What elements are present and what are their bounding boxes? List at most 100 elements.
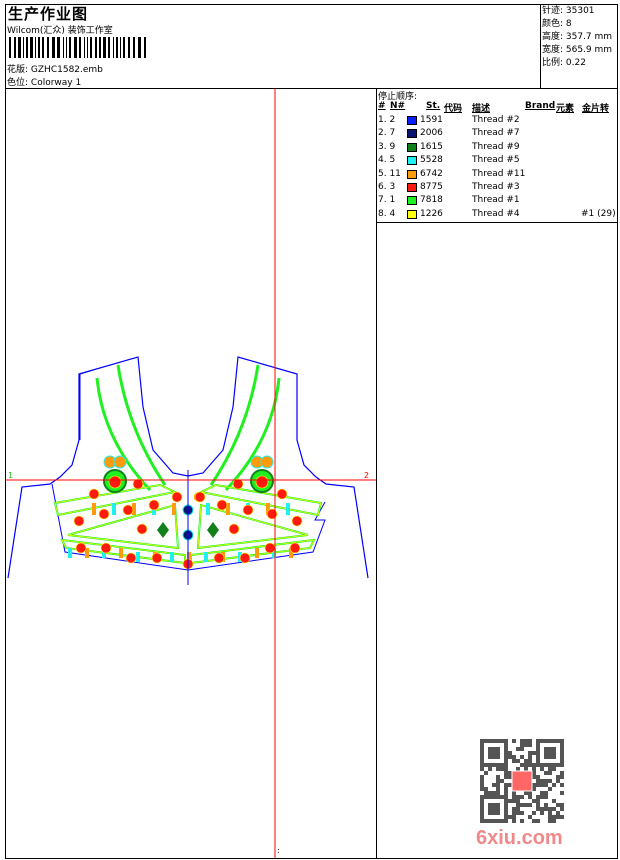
qr-module xyxy=(528,815,532,819)
qr-module xyxy=(520,819,524,823)
qr-module xyxy=(492,783,496,787)
qr-module xyxy=(548,767,552,771)
qr-module xyxy=(532,811,536,815)
qr-module xyxy=(544,791,548,795)
qr-module xyxy=(508,815,512,819)
sequin xyxy=(136,523,148,535)
qr-module xyxy=(512,807,516,811)
qr-module xyxy=(556,811,560,815)
sequin xyxy=(73,515,85,527)
qr-module xyxy=(532,771,536,775)
qr-module xyxy=(524,767,528,771)
qr-module xyxy=(480,775,484,779)
qr-module xyxy=(496,775,500,779)
qr-module xyxy=(548,807,552,811)
leaf-motif xyxy=(157,522,169,538)
qr-module xyxy=(540,791,544,795)
qr-logo-stamp xyxy=(511,770,533,792)
qr-module xyxy=(516,799,520,803)
sequin xyxy=(98,508,110,520)
stitch-tick xyxy=(170,552,174,562)
qr-module xyxy=(512,739,516,743)
qr-finder-center xyxy=(488,747,500,759)
stitch-tick xyxy=(68,548,72,558)
qr-module xyxy=(548,819,552,823)
qr-module xyxy=(548,815,552,819)
qr-module xyxy=(512,795,516,799)
qr-module xyxy=(532,819,536,823)
sequin xyxy=(148,499,160,511)
sequin xyxy=(289,542,301,554)
qr-module xyxy=(560,815,564,819)
strap-band xyxy=(209,364,260,486)
qr-module xyxy=(552,819,556,823)
qr-module xyxy=(560,771,564,775)
qr-module xyxy=(524,763,528,767)
qr-module xyxy=(528,759,532,763)
qr-module xyxy=(524,791,528,795)
qr-module xyxy=(536,799,540,803)
qr-module xyxy=(520,763,524,767)
qr-module xyxy=(504,787,508,791)
qr-module xyxy=(496,787,500,791)
qr-module xyxy=(540,779,544,783)
strap-outline xyxy=(79,369,94,440)
qr-module xyxy=(488,767,492,771)
qr-module xyxy=(504,791,508,795)
sequin xyxy=(88,488,100,500)
qr-module xyxy=(520,811,524,815)
qr-module xyxy=(548,787,552,791)
sequin xyxy=(125,552,137,564)
qr-module xyxy=(488,791,492,795)
qr-module xyxy=(528,791,532,795)
stitch-tick xyxy=(206,503,210,515)
qr-module xyxy=(544,779,548,783)
qr-module xyxy=(532,799,536,803)
qr-module xyxy=(544,803,548,807)
qr-module xyxy=(512,799,516,803)
qr-module xyxy=(524,759,528,763)
qr-module xyxy=(496,767,500,771)
qr-module xyxy=(536,783,540,787)
qr-module xyxy=(508,799,512,803)
qr-module xyxy=(508,751,512,755)
qr-module xyxy=(552,767,556,771)
qr-module xyxy=(508,775,512,779)
qr-module xyxy=(560,807,564,811)
qr-module xyxy=(504,775,508,779)
qr-module xyxy=(532,763,536,767)
embroidery-preview xyxy=(6,89,376,858)
qr-module xyxy=(544,795,548,799)
qr-module xyxy=(536,803,540,807)
qr-module xyxy=(512,811,516,815)
watermark-logo: 6xiu.com xyxy=(476,827,563,849)
qr-module xyxy=(512,759,516,763)
qr-module xyxy=(536,775,540,779)
qr-module xyxy=(528,739,532,743)
qr-module xyxy=(516,759,520,763)
sequin xyxy=(100,542,112,554)
sequin xyxy=(194,491,206,503)
qr-module xyxy=(540,783,544,787)
qr-module xyxy=(552,783,556,787)
leaf-motif xyxy=(207,522,219,538)
qr-module xyxy=(516,767,520,771)
stitch-tick xyxy=(172,503,176,515)
qr-module xyxy=(552,815,556,819)
qr-module xyxy=(552,799,556,803)
bottom-mark: : xyxy=(277,846,280,855)
qr-module xyxy=(532,787,536,791)
qr-module xyxy=(540,767,544,771)
qr-module xyxy=(520,743,524,747)
qr-module xyxy=(516,811,520,815)
sequin xyxy=(228,523,240,535)
flower-petal xyxy=(113,455,127,469)
qr-module xyxy=(532,751,536,755)
qr-module xyxy=(480,787,484,791)
sequin xyxy=(276,488,288,500)
qr-finder-center xyxy=(544,747,556,759)
qr-module xyxy=(508,755,512,759)
qr-module xyxy=(516,807,520,811)
stitch-tick xyxy=(255,548,259,558)
qr-module xyxy=(524,743,528,747)
